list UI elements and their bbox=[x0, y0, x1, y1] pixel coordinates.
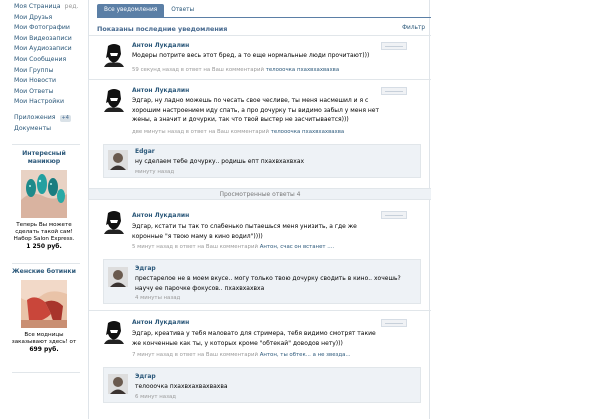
reply-item: Эдгар телооочка пхахвхахвахвахва 6 минут… bbox=[103, 367, 421, 403]
comment-text: Модеры потрите весь этот бред, а то еще … bbox=[132, 52, 370, 59]
comment-text: Эдгар, ну ладно можешь по чесать свое че… bbox=[132, 97, 379, 124]
author-name[interactable]: Антон Лукдалин bbox=[132, 42, 189, 49]
divider bbox=[12, 263, 80, 264]
avatar[interactable] bbox=[101, 318, 127, 344]
tab-answers[interactable]: Ответы bbox=[164, 4, 201, 17]
divider bbox=[89, 310, 431, 311]
post-thumbnail[interactable] bbox=[381, 87, 407, 95]
ad-price: 1 250 руб. bbox=[26, 243, 62, 250]
author-name[interactable]: Антон Лукдалин bbox=[132, 87, 189, 94]
sidebar-item-videos[interactable]: Мои Видеозаписи bbox=[0, 34, 84, 45]
sidebar-item-photos[interactable]: Мои Фотографии bbox=[0, 23, 84, 34]
divider bbox=[89, 35, 431, 36]
ad-image-boots[interactable] bbox=[21, 280, 67, 328]
divider bbox=[12, 372, 80, 373]
ad-text: Все модницы заказывают здесь! от 699 руб… bbox=[11, 332, 77, 353]
left-sidebar: Моя Страница ред. Мои Друзья Мои Фотограф… bbox=[0, 0, 84, 419]
reply-author[interactable]: Edgar bbox=[135, 148, 155, 155]
ad-title: Интересный маникюр bbox=[22, 150, 66, 165]
sidebar-item-news[interactable]: Мои Новости bbox=[0, 76, 84, 87]
edit-link[interactable]: ред. bbox=[65, 3, 79, 10]
comment-text: Эдгар, креатива у тебя маловато для стри… bbox=[132, 330, 376, 347]
sidebar-item-label: Приложения bbox=[14, 113, 56, 121]
sidebar-menu: Моя Страница ред. Мои Друзья Мои Фотограф… bbox=[0, 2, 84, 134]
comment-meta: 7 минут назад в ответ на Ваш комментарий… bbox=[132, 352, 351, 358]
notification-item: Антон Лукдалин Эдгар, кстати ты так то с… bbox=[89, 204, 431, 308]
comment-text: Эдгар, кстати ты так то слабенько пытаеш… bbox=[132, 223, 357, 240]
filter-link[interactable]: Фильтр bbox=[402, 25, 425, 31]
comment-meta: две минуты назад в ответ на Ваш коммента… bbox=[132, 129, 345, 135]
reply-item: Эдгар престарелое не в моем вкусе.. могу… bbox=[103, 259, 421, 304]
avatar[interactable] bbox=[101, 86, 127, 112]
author-name[interactable]: Антон Лукдалин bbox=[132, 319, 189, 326]
ad-block-boots[interactable]: Женские ботинки Все модницы заказывают з… bbox=[8, 268, 80, 354]
reply-text: телооочка пхахвхахвахвахва bbox=[135, 383, 228, 390]
notifications-panel: Все уведомления Ответы Показаны последние… bbox=[88, 0, 431, 419]
ad-text: Теперь Вы можете сделать такой сам! Набо… bbox=[13, 222, 75, 242]
apps-count-badge: +4 bbox=[59, 114, 71, 122]
post-thumbnail[interactable] bbox=[381, 319, 407, 327]
ad-block-manicure[interactable]: Интересный маникюр Теперь Вы можете сдел… bbox=[8, 150, 80, 251]
post-thumbnail[interactable] bbox=[381, 211, 407, 219]
original-comment-link[interactable]: телооочка пхахвхахвахва bbox=[266, 67, 339, 73]
sidebar-item-my-page[interactable]: Моя Страница ред. bbox=[0, 2, 84, 13]
ad-price: 699 руб. bbox=[29, 346, 59, 353]
avatar[interactable] bbox=[108, 150, 128, 170]
original-comment-link[interactable]: телооочка пхахвхахвахва bbox=[271, 129, 344, 135]
reply-item: Edgar ну сделаем тебе дочурку.. родишь е… bbox=[103, 144, 421, 178]
right-margin bbox=[592, 0, 600, 419]
notification-item: Антон Лукдалин Модеры потрите весь этот … bbox=[89, 38, 431, 78]
tab-all-notifications[interactable]: Все уведомления bbox=[97, 4, 165, 17]
reply-meta: 6 минут назад bbox=[135, 394, 177, 400]
sidebar-item-settings[interactable]: Мои Настройки bbox=[0, 97, 84, 108]
ad-title: Женские ботинки bbox=[12, 268, 76, 275]
reply-text: ну сделаем тебе дочурку.. родишь епт пха… bbox=[135, 158, 305, 165]
reply-text: престарелое не в моем вкусе.. могу тольк… bbox=[135, 275, 401, 292]
divider bbox=[12, 144, 80, 145]
notification-item: Антон Лукдалин Эдгар, креатива у тебя ма… bbox=[89, 312, 431, 419]
notification-item: Антон Лукдалин Эдгар, ну ладно можешь по… bbox=[89, 82, 431, 186]
avatar[interactable] bbox=[108, 374, 128, 394]
reply-author[interactable]: Эдгар bbox=[135, 265, 156, 272]
sidebar-item-answers[interactable]: Мои Ответы bbox=[0, 87, 84, 98]
avatar[interactable] bbox=[108, 267, 128, 287]
sidebar-item-apps[interactable]: Приложения +4 bbox=[0, 113, 84, 124]
reply-meta: 4 минуты назад bbox=[135, 295, 181, 301]
avatar[interactable] bbox=[101, 208, 127, 234]
original-comment-link[interactable]: Антон, счас он встанет .... bbox=[260, 244, 334, 250]
sidebar-item-label: Моя Страница bbox=[14, 3, 61, 10]
sidebar-item-friends[interactable]: Мои Друзья bbox=[0, 13, 84, 24]
tab-underline bbox=[97, 17, 431, 18]
page-title: Показаны последние уведомления bbox=[97, 25, 228, 33]
author-name[interactable]: Антон Лукдалин bbox=[132, 212, 189, 219]
comment-meta: 5 минут назад в ответ на Ваш комментарий… bbox=[132, 244, 335, 250]
post-thumbnail[interactable] bbox=[381, 42, 407, 50]
sidebar-item-messages[interactable]: Мои Сообщения bbox=[0, 55, 84, 66]
reply-meta: минуту назад bbox=[135, 169, 175, 175]
sidebar-item-documents[interactable]: Документы bbox=[0, 124, 84, 135]
sidebar-item-groups[interactable]: Мои Группы bbox=[0, 66, 84, 77]
viewed-answers-bar[interactable]: Просмотренные ответы 4 bbox=[89, 188, 431, 200]
original-comment-link[interactable]: Антон, ты обтек... а не звезда... bbox=[260, 352, 351, 358]
divider bbox=[89, 79, 431, 80]
reply-author[interactable]: Эдгар bbox=[135, 373, 156, 380]
tabs: Все уведомления Ответы bbox=[97, 4, 201, 17]
comment-meta: 59 секунд назад в ответ на Ваш комментар… bbox=[132, 67, 340, 73]
avatar[interactable] bbox=[101, 41, 127, 67]
sidebar-item-audio[interactable]: Мои Аудиозаписи bbox=[0, 44, 84, 55]
ad-image-nails[interactable] bbox=[21, 170, 67, 218]
